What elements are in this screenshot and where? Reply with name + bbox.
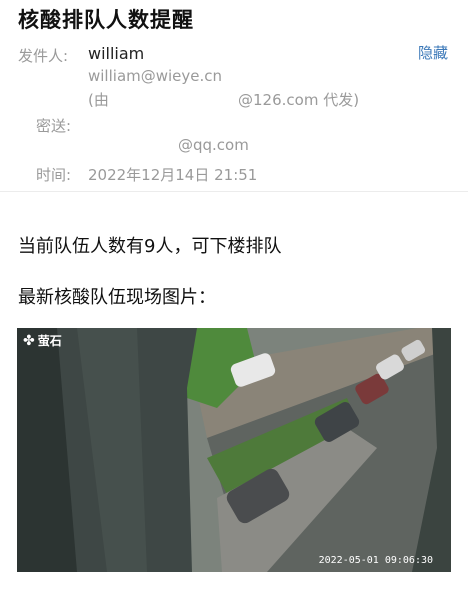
- sent-time: 2022年12月14日 21:51: [88, 166, 258, 184]
- bcc-label: 密送:: [36, 117, 72, 135]
- email-header: 发件人: william william@wieye.cn (由 @126.co…: [0, 0, 468, 192]
- header-divider: [0, 191, 468, 192]
- from-label: 发件人:: [18, 47, 69, 65]
- queue-photo: ✤ 萤石 2022-05-01 09:06:30: [17, 328, 451, 572]
- bcc-recipient[interactable]: @qq.com: [178, 136, 249, 154]
- camera-timestamp: 2022-05-01 09:06:30: [318, 555, 433, 566]
- queue-status-text: 当前队伍人数有9人，可下楼排队: [18, 236, 282, 257]
- proxy-prefix: (由: [88, 91, 109, 109]
- sender-email[interactable]: william@wieye.cn: [88, 67, 222, 85]
- hide-details-link[interactable]: 隐藏: [418, 42, 448, 63]
- fan-icon: ✤: [23, 332, 35, 349]
- sender-name[interactable]: william: [88, 44, 144, 63]
- camera-scene: [17, 328, 451, 572]
- camera-brand-text: 萤石: [37, 334, 62, 348]
- proxy-address: @126.com 代发): [238, 91, 360, 109]
- camera-brand-logo: ✤ 萤石: [23, 332, 62, 349]
- time-label: 时间:: [36, 166, 72, 184]
- photo-caption: 最新核酸队伍现场图片：: [18, 287, 216, 308]
